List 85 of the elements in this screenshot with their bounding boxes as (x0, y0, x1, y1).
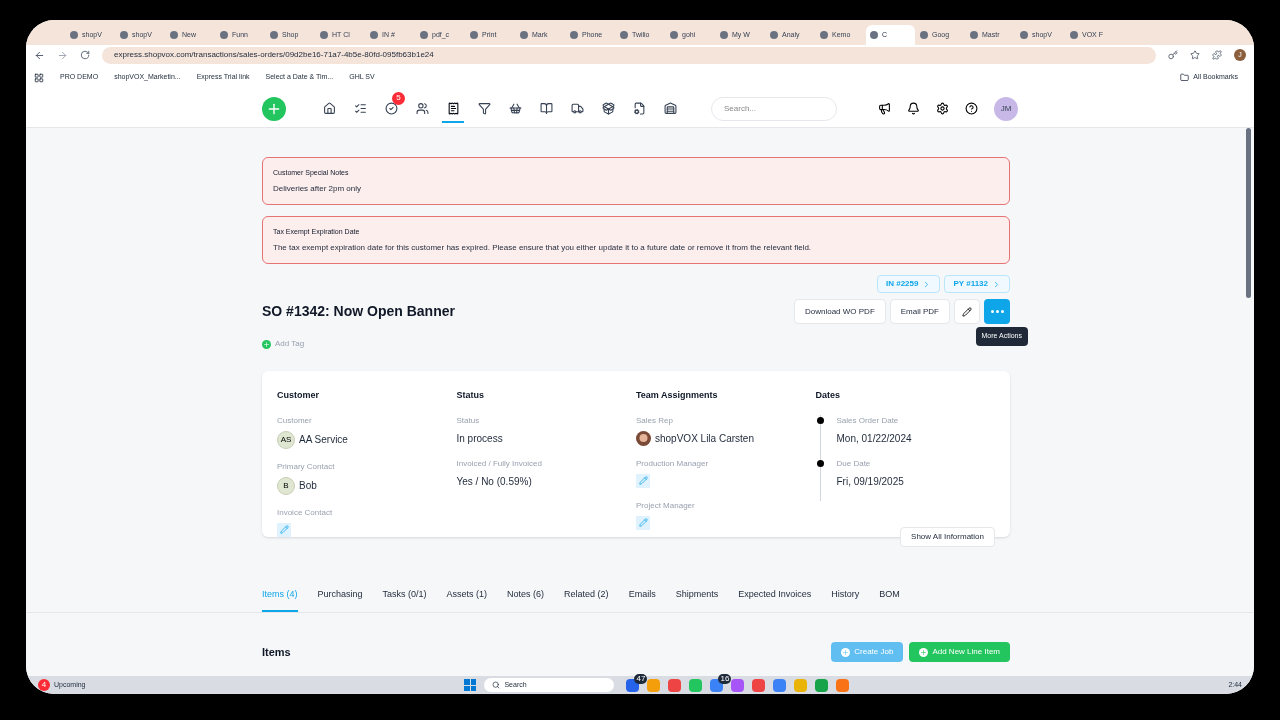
notice-text: Deliveries after 2pm only (273, 182, 363, 195)
field-label: Sales Rep (636, 414, 674, 427)
field-label: Primary Contact (277, 460, 336, 473)
action-button[interactable]: Download WO PDF (793, 299, 886, 324)
field-value: In process (456, 431, 504, 446)
pencil-icon (962, 306, 972, 317)
filter-icon[interactable] (477, 101, 491, 115)
basket-icon[interactable] (508, 101, 522, 115)
more-button[interactable] (984, 299, 1010, 324)
bell-icon[interactable] (907, 102, 920, 115)
back-icon[interactable] (34, 49, 45, 61)
home-icon[interactable] (322, 101, 336, 115)
key-icon[interactable] (1168, 50, 1178, 60)
user-avatar[interactable]: JM (994, 96, 1018, 121)
tab[interactable]: Related (2) (564, 588, 609, 612)
section-title: Items (262, 644, 292, 660)
section-heading: Customer (277, 389, 320, 402)
show-all-button[interactable]: Show All Information (900, 527, 995, 547)
plus-icon (919, 647, 929, 657)
field-label: Customer (277, 414, 313, 427)
help-icon[interactable] (965, 102, 978, 115)
field-label: Invoice Contact (277, 506, 334, 519)
tab[interactable]: Emails (628, 588, 656, 612)
notification-badge: 4 (38, 679, 50, 691)
checklist-icon[interactable] (353, 101, 367, 115)
pencil-icon (638, 518, 648, 527)
chevron-right-icon (992, 279, 1001, 289)
star-icon[interactable] (1190, 50, 1200, 60)
windows-icon[interactable] (464, 679, 477, 691)
warehouse-icon[interactable] (663, 101, 677, 115)
notice-text: The tax exempt expiration date for this customer has expired. Please ensure that you either update it to a future date or remove it from the relevant field. (273, 241, 813, 254)
field-value: Fri, 09/19/2025 (836, 474, 905, 489)
folder-icon[interactable] (1180, 73, 1190, 82)
field-label: Invoiced / Fully Invoiced (456, 457, 543, 470)
section-heading: Dates (815, 389, 841, 402)
avatar: B (277, 476, 295, 495)
address-bar[interactable]: express.shopvox.com/transactions/sales-orders/09d2be16-71a7-4b5e-80fd-095fb63b1e24 (102, 46, 1156, 64)
section-heading: Status (456, 389, 485, 402)
package-icon[interactable] (601, 101, 615, 115)
section-heading: Team Assignments (636, 389, 719, 402)
field-label: Sales Order Date (836, 414, 900, 427)
users-icon[interactable] (415, 101, 429, 115)
check-circle-icon[interactable] (384, 101, 398, 115)
receipt-icon[interactable] (446, 101, 460, 115)
plus-icon (262, 339, 271, 349)
tab[interactable]: Shipments (675, 588, 719, 612)
pencil-icon (638, 476, 648, 485)
app-badge: 16 (718, 673, 732, 684)
field-value: Bob (299, 479, 317, 493)
tab[interactable]: History (831, 588, 860, 612)
document-gear-icon[interactable] (632, 101, 646, 115)
tab[interactable]: Assets (1) (446, 588, 488, 612)
pencil-icon (279, 525, 289, 534)
edit-button[interactable] (954, 299, 980, 324)
search-field[interactable]: Search... (711, 96, 837, 121)
notification-badge: 5 (392, 91, 405, 105)
plus-icon (841, 647, 851, 657)
field-value: shopVOX Lila Carsten (655, 431, 754, 446)
tab[interactable]: Tasks (0/1) (382, 588, 427, 612)
megaphone-icon[interactable] (878, 102, 891, 115)
tab[interactable]: BOM (879, 588, 900, 612)
action-button[interactable]: Email PDF (889, 299, 950, 324)
forward-icon[interactable] (57, 49, 68, 61)
field-label: Production Manager (636, 457, 710, 470)
settings-icon[interactable] (936, 102, 949, 115)
field-value: Mon, 01/22/2024 (836, 431, 913, 446)
field-label: Status (456, 414, 481, 427)
field-value: AA Service (299, 433, 348, 447)
apps-icon[interactable] (34, 72, 44, 83)
tab[interactable]: Expected Invoices (738, 588, 812, 612)
extension-icon[interactable] (1212, 50, 1222, 60)
search-icon (492, 681, 501, 689)
book-icon[interactable] (539, 101, 553, 115)
scrollbar[interactable] (1246, 128, 1251, 298)
app-badge: 47 (634, 673, 648, 684)
page-title: SO #1342: Now Open Banner (262, 302, 456, 321)
tab[interactable]: Purchasing (317, 588, 363, 612)
truck-icon[interactable] (570, 101, 584, 115)
avatar-icon (636, 430, 651, 446)
field-label: Project Manager (636, 499, 696, 512)
tab[interactable]: Notes (6) (507, 588, 545, 612)
field-label: Due Date (836, 457, 872, 470)
reload-icon[interactable] (80, 50, 90, 60)
field-value: Yes / No (0.59%) (456, 474, 533, 489)
avatar: AS (277, 430, 295, 449)
